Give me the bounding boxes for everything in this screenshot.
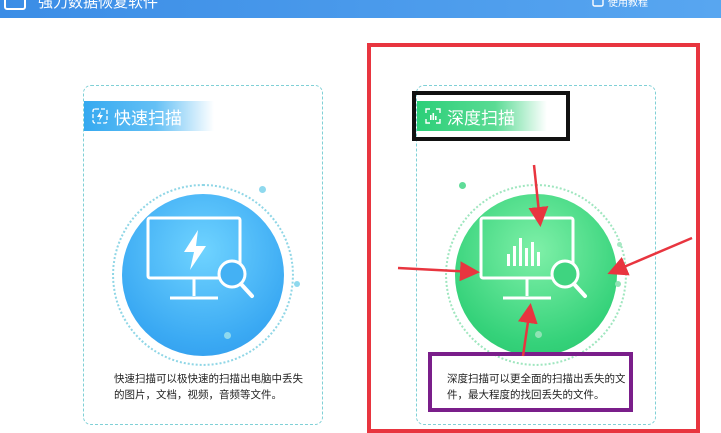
annotation-arrows [397,164,693,357]
arrow-top [528,164,549,227]
arrow-left [397,261,480,282]
arrow-bottom [517,303,538,357]
arrow-right [607,236,693,276]
